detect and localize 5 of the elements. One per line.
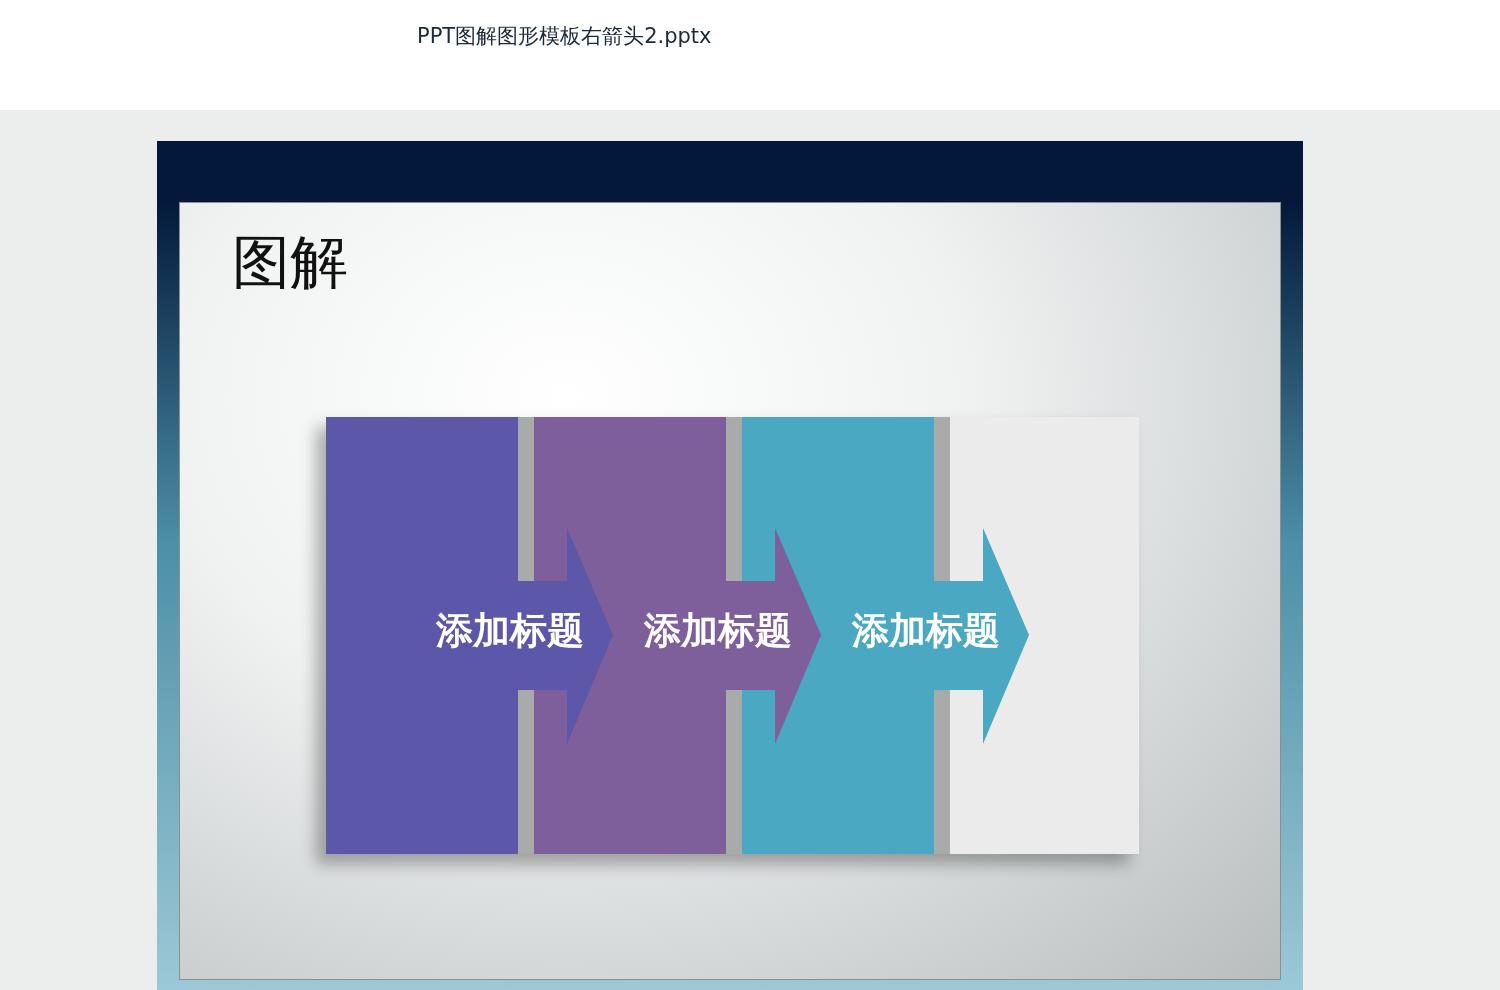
step-label: 添加标题	[644, 608, 792, 652]
step-label: 添加标题	[436, 608, 584, 652]
slide-title: 图解	[232, 229, 349, 296]
file-title: PPT图解图形模板右箭头2.pptx	[417, 24, 712, 48]
step-label: 添加标题	[852, 608, 1000, 652]
